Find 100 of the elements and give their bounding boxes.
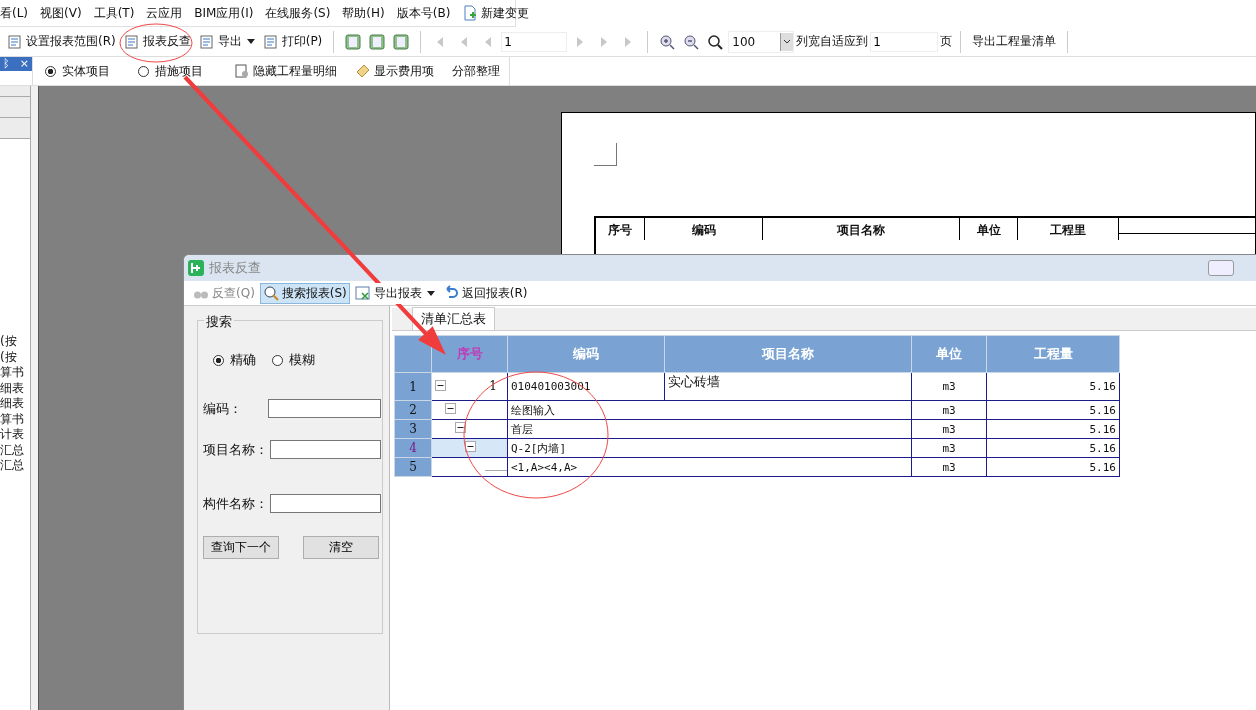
- dialog-title: 报表反查: [209, 259, 261, 277]
- radio-option[interactable]: 精确: [213, 351, 256, 369]
- table-cell: 5.16: [986, 419, 1120, 439]
- report-header-cell: 工程里: [1018, 218, 1119, 240]
- tree-cell[interactable]: 1: [431, 372, 508, 401]
- export-list-button[interactable]: 导出工程量清单: [969, 31, 1060, 52]
- report-header-cell: 序号: [596, 218, 645, 240]
- fit-pages-field[interactable]: 1: [870, 31, 939, 52]
- table-cell: m3: [911, 400, 987, 420]
- table-cell: 实心砖墙: [664, 372, 912, 401]
- report-list-item[interactable]: 细表: [0, 396, 30, 412]
- table-cell: 5.16: [986, 438, 1120, 458]
- group-title: 搜索: [204, 313, 234, 331]
- table-cell: 首层: [507, 419, 912, 439]
- page-view-icon[interactable]: [393, 33, 410, 50]
- zoom-dropdown[interactable]: 100: [728, 30, 795, 53]
- document-icon: [123, 33, 140, 50]
- page-view-icon[interactable]: [369, 33, 386, 50]
- toolbar-button[interactable]: 设置报表范围(R): [4, 31, 119, 52]
- toolbar-button[interactable]: 打印(P): [259, 31, 326, 52]
- table-cell: 5.16: [986, 400, 1120, 420]
- tree-line: [485, 470, 507, 471]
- app-icon: [188, 260, 204, 276]
- field-label: 构件名称：: [203, 494, 268, 513]
- caret-icon: [246, 39, 255, 44]
- input-field[interactable]: [270, 494, 381, 513]
- radio-option[interactable]: 模糊: [272, 351, 315, 369]
- filter-button[interactable]: 显示费用项: [352, 60, 437, 82]
- collapse-icon[interactable]: [455, 422, 466, 433]
- collapse-icon[interactable]: [435, 379, 446, 391]
- document-plus-icon: [462, 5, 479, 21]
- toolbar-button[interactable]: 搜索报表(S): [259, 282, 350, 304]
- toolbar-button[interactable]: 导出: [195, 31, 258, 52]
- report-header-cell: 项目名称: [763, 218, 960, 240]
- menu-item[interactable]: 帮助(H): [342, 4, 385, 22]
- table-cell: m3: [911, 457, 987, 477]
- radio-option[interactable]: 措施项目: [138, 62, 203, 80]
- tree-cell[interactable]: [431, 400, 508, 420]
- close-button[interactable]: ×: [19, 58, 29, 70]
- field-label: 编码：: [203, 399, 242, 418]
- report-list-item[interactable]: 算书: [0, 411, 30, 427]
- fit-width-label: 列宽自适应到: [796, 33, 869, 50]
- search-button[interactable]: 查询下一个: [203, 536, 279, 559]
- row-header[interactable]: 1: [394, 372, 432, 401]
- zoom-out-icon[interactable]: [683, 33, 700, 50]
- tab[interactable]: 清单汇总表: [412, 307, 495, 330]
- table-cell: Q-2[内墙]: [507, 438, 912, 458]
- menu-item[interactable]: 新建变更: [462, 4, 530, 22]
- menu-item[interactable]: 在线服务(S): [265, 4, 331, 22]
- pages-label: 页: [940, 33, 953, 50]
- printer-icon: [262, 33, 279, 50]
- crop-mark: [594, 143, 617, 166]
- report-list-item[interactable]: 算书: [0, 365, 30, 381]
- table-cell: 绘图输入: [507, 400, 912, 420]
- search-button[interactable]: 清空: [303, 536, 379, 559]
- report-list-item[interactable]: 汇总: [0, 442, 30, 458]
- document-icon: [7, 33, 23, 50]
- pin-button[interactable]: ᛒ: [3, 58, 10, 70]
- radio-option[interactable]: 实体项目: [45, 62, 110, 80]
- corner-cell: [394, 335, 432, 373]
- minimize-button[interactable]: [1208, 260, 1234, 276]
- table-cell: <1,A><4,A>: [507, 457, 912, 477]
- filter-button[interactable]: 分部整理: [449, 60, 503, 82]
- report-list-item[interactable]: 细表: [0, 380, 30, 396]
- table-cell: 5.16: [986, 457, 1120, 477]
- toolbar-button[interactable]: 报表反查: [120, 31, 194, 52]
- collapse-icon[interactable]: [445, 403, 456, 414]
- report-list-item[interactable]: 汇总: [0, 458, 30, 474]
- tag-icon: [355, 63, 371, 79]
- zoom-in-icon[interactable]: [659, 33, 676, 50]
- collapse-icon[interactable]: [465, 441, 476, 452]
- document-icon: [198, 33, 215, 50]
- tree-cell[interactable]: [431, 457, 508, 477]
- search-icon[interactable]: [707, 33, 724, 50]
- tree-cell[interactable]: [431, 419, 508, 439]
- report-list-item[interactable]: (按: [0, 349, 30, 365]
- menu-item[interactable]: BIM应用(I): [194, 4, 254, 22]
- report-header-cell: 单位: [960, 218, 1018, 240]
- menu-item[interactable]: 版本号(B): [396, 4, 451, 22]
- input-field[interactable]: [270, 440, 381, 459]
- filter-button[interactable]: 隐藏工程量明细: [231, 60, 340, 82]
- menu-item[interactable]: 工具(T): [93, 4, 135, 22]
- menu-item[interactable]: 视图(V): [40, 4, 82, 22]
- document-search-icon: [234, 63, 250, 79]
- spreadsheet-icon: [354, 285, 371, 301]
- field-label: 项目名称：: [203, 440, 268, 459]
- menu-item[interactable]: 看(L): [0, 4, 29, 22]
- caret-icon: [426, 290, 435, 296]
- report-list-item[interactable]: (按: [0, 334, 30, 350]
- report-list-item[interactable]: 计表: [0, 427, 30, 443]
- report-header-cell: 编码: [645, 218, 763, 240]
- page-number-field[interactable]: 1: [501, 31, 568, 52]
- table-cell: m3: [911, 438, 987, 458]
- search-icon: [262, 285, 279, 301]
- table-cell: m3: [911, 372, 987, 401]
- input-field[interactable]: [268, 399, 381, 418]
- caret-icon[interactable]: [780, 32, 794, 51]
- table-cell: m3: [911, 419, 987, 439]
- page-view-icon[interactable]: [345, 33, 362, 50]
- menu-item[interactable]: 云应用: [146, 4, 183, 22]
